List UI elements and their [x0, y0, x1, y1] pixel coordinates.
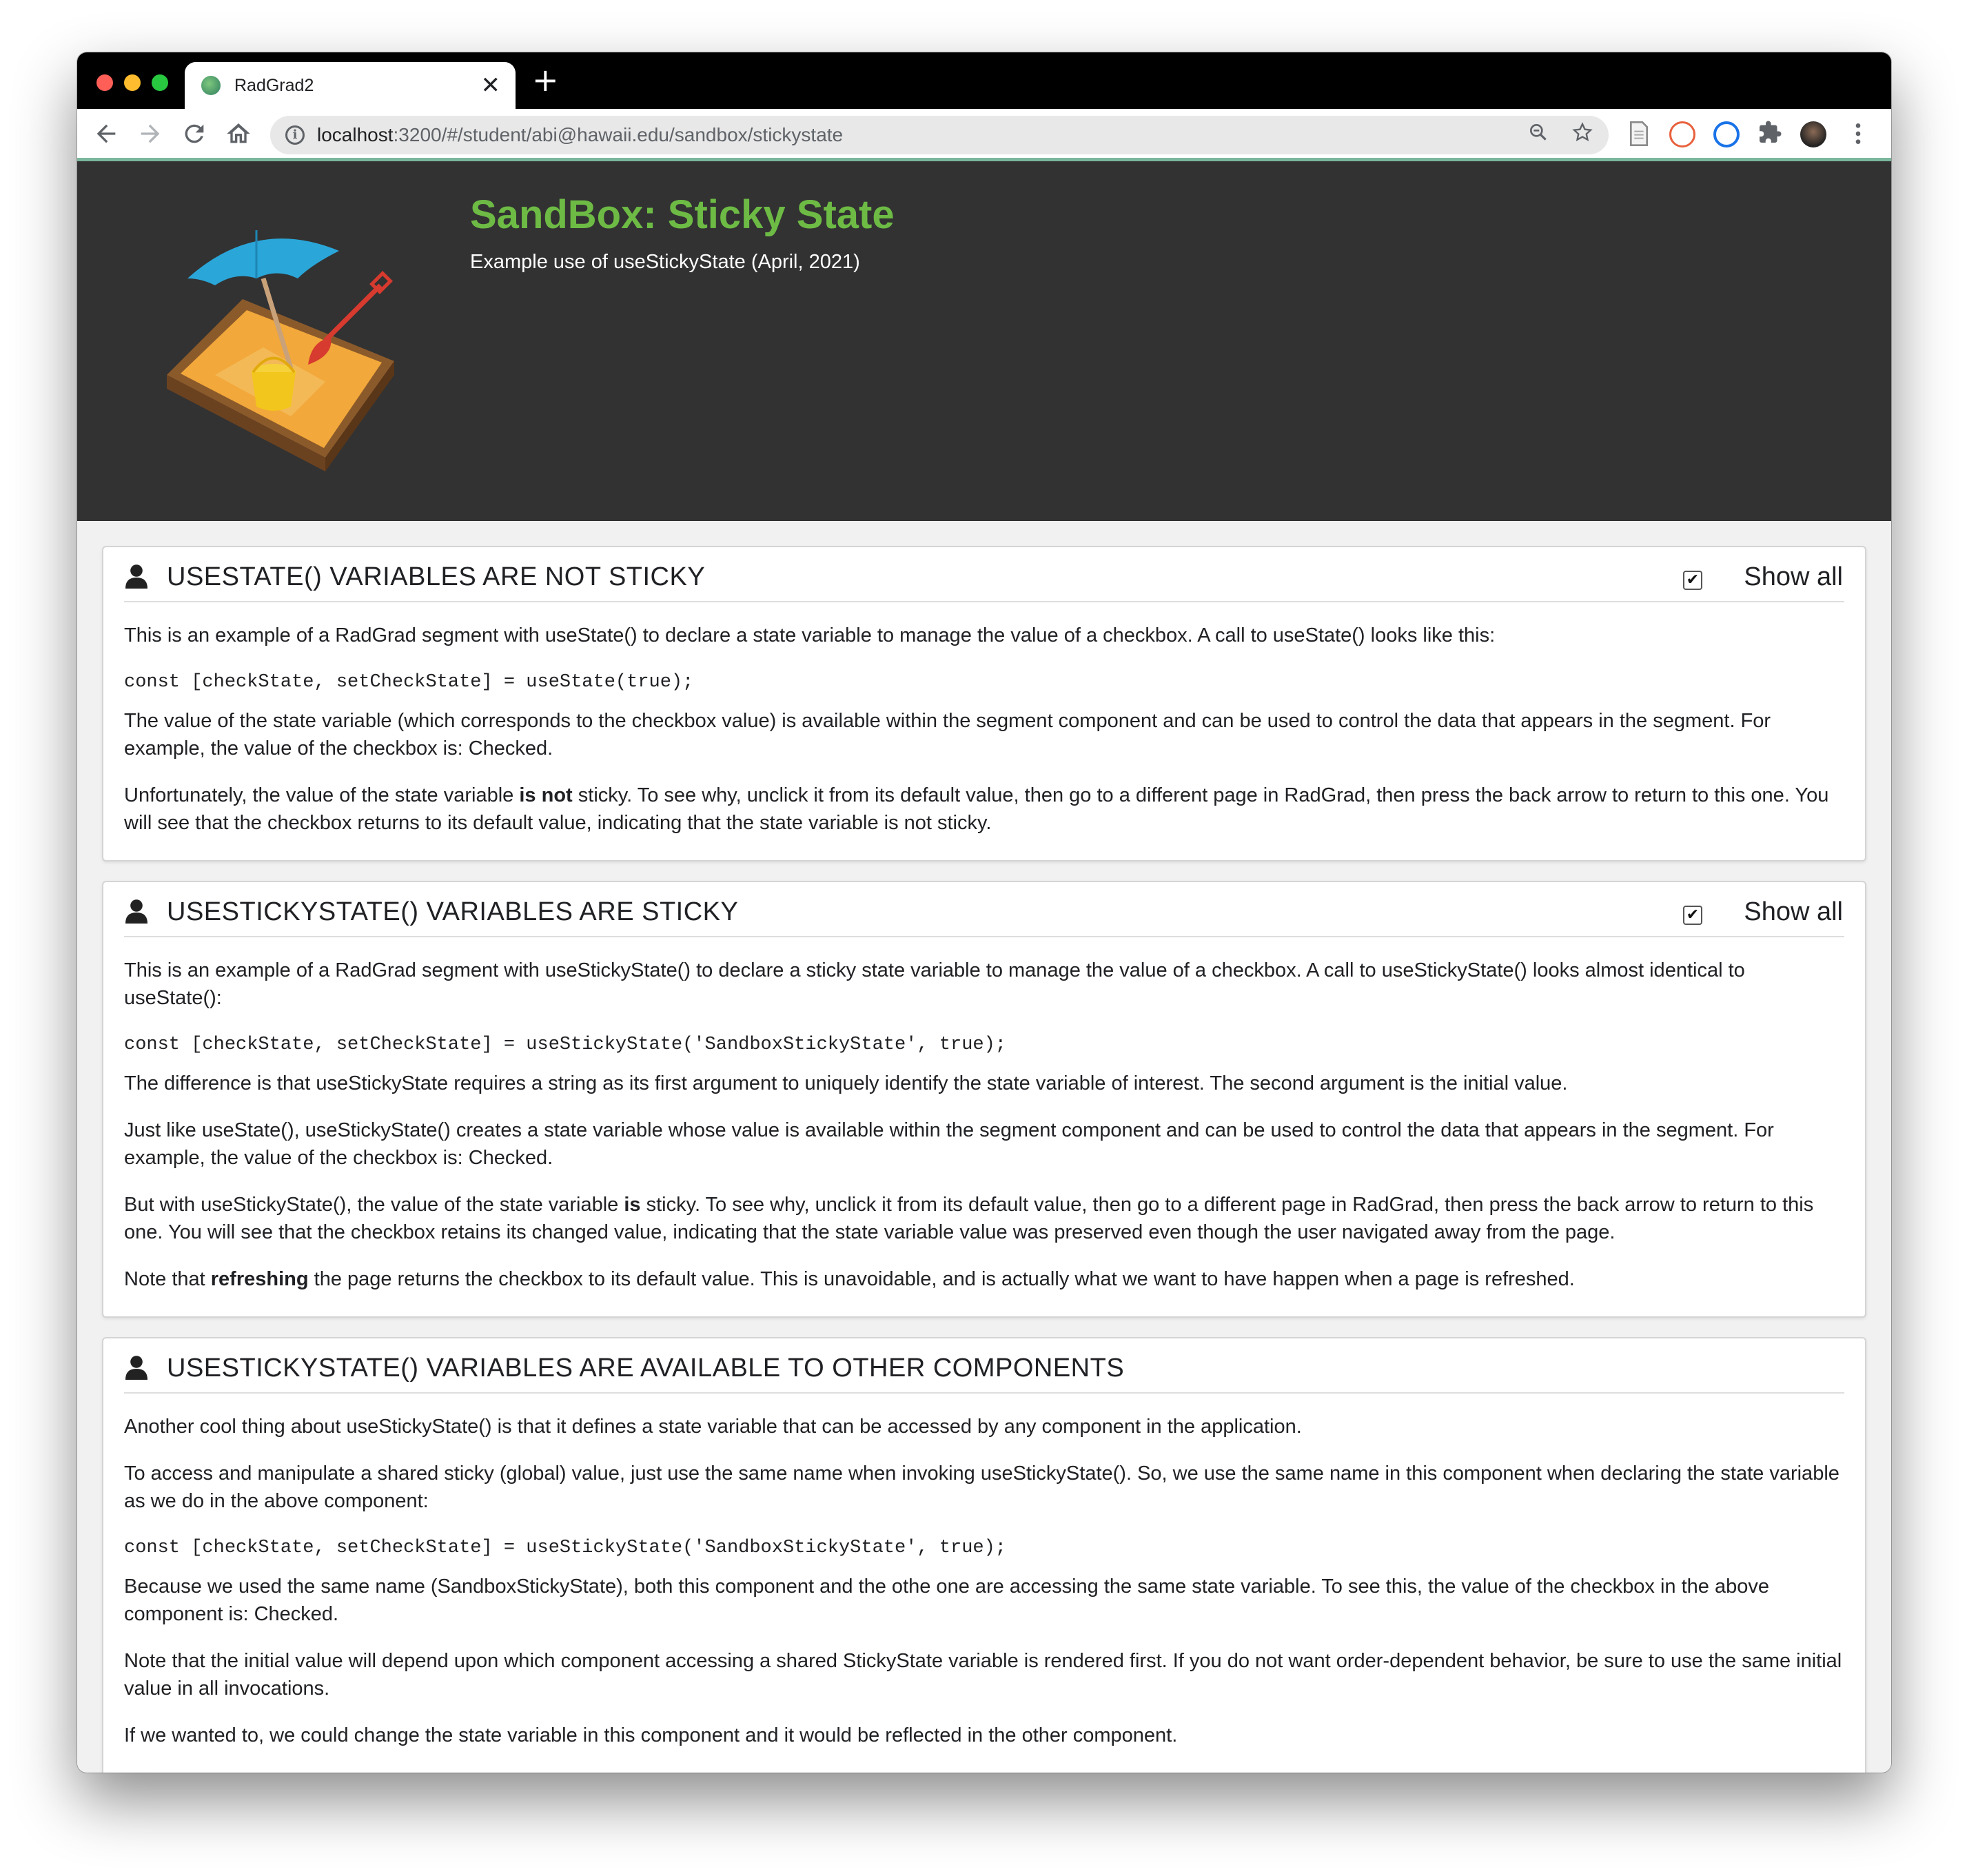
paragraph: This is an example of a RadGrad segment …: [124, 959, 1745, 1009]
star-icon[interactable]: [1569, 121, 1596, 149]
paragraph: The difference is that useStickyState re…: [124, 1072, 1568, 1094]
user-icon: [125, 899, 147, 924]
password-manager-icon[interactable]: [1713, 121, 1740, 147]
paragraph: Because we used the same name (SandboxSt…: [124, 1576, 1769, 1625]
new-tab-button[interactable]: +: [532, 62, 559, 98]
text: Note that: [124, 1268, 211, 1290]
url-text[interactable]: localhost:3200/#/student/abi@hawaii.edu/…: [317, 124, 843, 146]
paragraph: The value of the state variable (which c…: [124, 710, 1771, 759]
show-all-checkbox[interactable]: ✔: [1683, 906, 1702, 925]
show-all-label[interactable]: Show all: [1744, 897, 1843, 927]
page-subtitle: Example use of useStickyState (April, 20…: [470, 251, 860, 273]
segment-body: Another cool thing about useStickyState(…: [124, 1413, 1844, 1749]
reader-icon[interactable]: [1625, 120, 1653, 147]
text: But with useStickyState(), the value of …: [124, 1194, 624, 1216]
segment-usestate: USESTATE() VARIABLES ARE NOT STICKY ✔ Sh…: [102, 546, 1866, 861]
bold-text: is not: [519, 784, 573, 806]
back-arrow-icon[interactable]: [92, 120, 120, 147]
tab-close-icon[interactable]: ✕: [481, 72, 501, 99]
bold-text: is: [624, 1194, 641, 1216]
segment-shared-state: USESTICKYSTATE() VARIABLES ARE AVAILABLE…: [102, 1337, 1866, 1773]
paragraph: Unfortunately, the value of the state va…: [124, 782, 1844, 837]
paragraph: Note that the initial value will depend …: [124, 1650, 1842, 1700]
code-snippet: const [checkState, setCheckState] = useS…: [124, 1538, 1007, 1558]
paragraph: Note that refreshing the page returns th…: [124, 1265, 1844, 1293]
show-all-label[interactable]: Show all: [1744, 562, 1843, 592]
close-window-button[interactable]: [96, 74, 113, 91]
extension-b-icon[interactable]: [1669, 121, 1695, 147]
favicon-icon: [201, 76, 221, 95]
show-all-checkbox[interactable]: ✔: [1683, 571, 1702, 590]
minimize-window-button[interactable]: [124, 74, 141, 91]
bold-text: refreshing: [210, 1268, 309, 1290]
info-icon[interactable]: i: [285, 125, 305, 145]
forward-arrow-icon[interactable]: [136, 120, 164, 147]
home-icon[interactable]: [225, 120, 252, 147]
text: the page returns the checkbox to its def…: [308, 1268, 1575, 1290]
kebab-menu-icon[interactable]: [1844, 120, 1872, 147]
user-icon: [125, 564, 147, 589]
segment-title: USESTICKYSTATE() VARIABLES ARE STICKY: [167, 897, 739, 926]
reload-icon[interactable]: [181, 120, 208, 147]
paragraph: To access and manipulate a shared sticky…: [124, 1462, 1839, 1512]
url-host: localhost: [317, 124, 394, 145]
maximize-window-button[interactable]: [152, 74, 168, 91]
zoom-icon[interactable]: [1525, 121, 1552, 149]
extension-icon[interactable]: [1756, 120, 1784, 147]
paragraph: If we wanted to, we could change the sta…: [124, 1724, 1178, 1746]
sandbox-logo: [167, 230, 394, 471]
page-viewport: SandBox: Sticky State Example use of use…: [77, 161, 1891, 1773]
segment-header: USESTATE() VARIABLES ARE NOT STICKY ✔ Sh…: [124, 547, 1844, 602]
tab-title: RadGrad2: [234, 76, 314, 95]
user-icon: [125, 1356, 147, 1380]
page-title: SandBox: Sticky State: [470, 192, 895, 237]
page-header: SandBox: Sticky State Example use of use…: [77, 161, 1891, 521]
paragraph: This is an example of a RadGrad segment …: [124, 624, 1496, 646]
segment-header: USESTICKYSTATE() VARIABLES ARE STICKY ✔ …: [124, 882, 1844, 937]
paragraph: Another cool thing about useStickyState(…: [124, 1416, 1302, 1438]
browser-window: RadGrad2 ✕ + i localhost:3200/#/student/…: [77, 52, 1891, 1773]
code-snippet: const [checkState, setCheckState] = useS…: [124, 672, 694, 693]
segment-title: USESTICKYSTATE() VARIABLES ARE AVAILABLE…: [167, 1354, 1125, 1383]
tab-strip: RadGrad2 ✕ +: [77, 52, 1891, 109]
address-bar[interactable]: i localhost:3200/#/student/abi@hawaii.ed…: [270, 116, 1609, 154]
avatar[interactable]: [1800, 121, 1826, 147]
text: Unfortunately, the value of the state va…: [124, 784, 520, 806]
segment-header: USESTICKYSTATE() VARIABLES ARE AVAILABLE…: [124, 1338, 1844, 1394]
segment-title: USESTATE() VARIABLES ARE NOT STICKY: [167, 562, 706, 591]
paragraph: Just like useState(), useStickyState() c…: [124, 1119, 1774, 1169]
tab-radgrad2[interactable]: RadGrad2 ✕: [185, 62, 516, 109]
segment-usestickystate: USESTICKYSTATE() VARIABLES ARE STICKY ✔ …: [102, 881, 1866, 1318]
url-path: :3200/#/student/abi@hawaii.edu/sandbox/s…: [393, 124, 844, 145]
segment-body: This is an example of a RadGrad segment …: [124, 957, 1844, 1293]
paragraph: But with useStickyState(), the value of …: [124, 1191, 1844, 1246]
code-snippet: const [checkState, setCheckState] = useS…: [124, 1034, 1007, 1055]
browser-toolbar: i localhost:3200/#/student/abi@hawaii.ed…: [77, 109, 1891, 161]
segment-body: This is an example of a RadGrad segment …: [124, 622, 1844, 837]
